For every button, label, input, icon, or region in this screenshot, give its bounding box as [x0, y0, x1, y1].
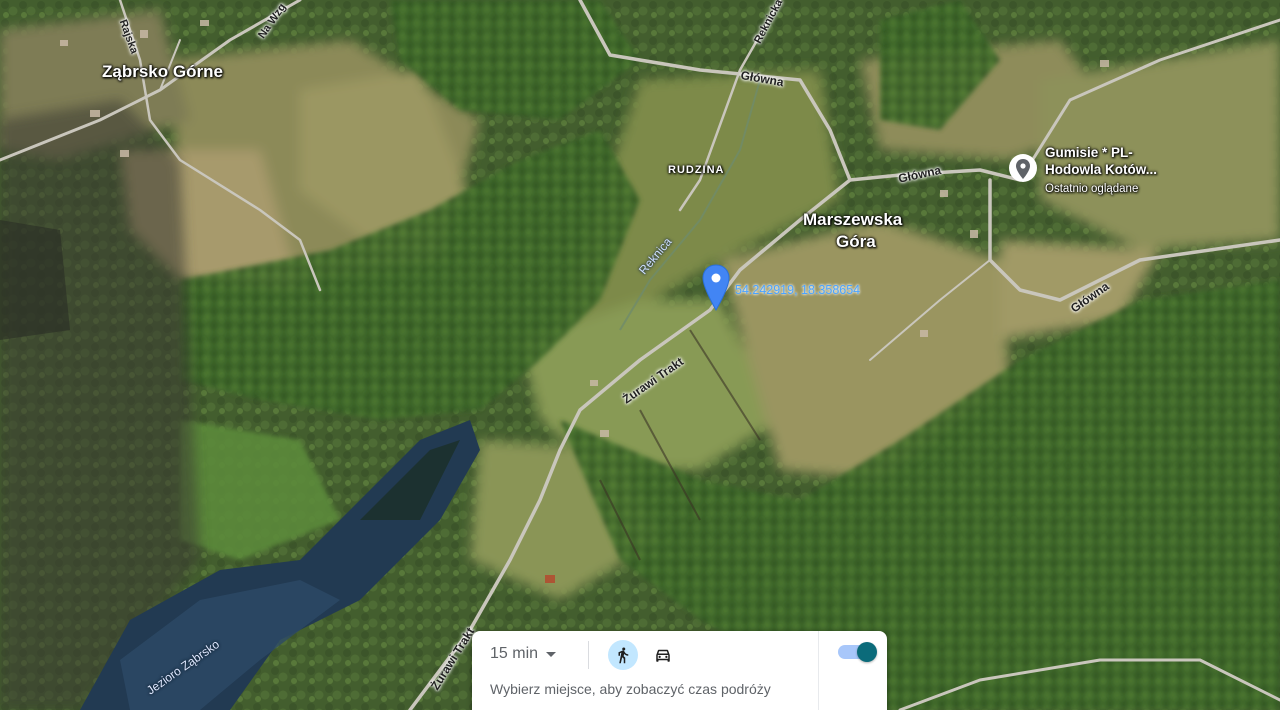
place-label-marszewska[interactable]: Marszewska	[803, 210, 902, 230]
duration-dropdown[interactable]: 15 min	[490, 645, 557, 663]
poi-marker[interactable]	[1008, 153, 1038, 187]
place-pin-icon	[1009, 154, 1037, 182]
toggle-knob	[857, 642, 877, 662]
travel-time-panel: 15 min Wybierz miejsce, aby zobaczyć cza…	[472, 631, 887, 710]
poi-name-line1[interactable]: Gumisie * PL-	[1045, 145, 1133, 161]
divider	[588, 641, 589, 669]
car-mode-button[interactable]	[648, 640, 678, 670]
poi-subtitle: Ostatnio oglądane	[1045, 183, 1139, 195]
car-icon	[656, 649, 670, 662]
pin-coordinates[interactable]: 54.242919, 18.358654	[735, 283, 860, 297]
place-label-rudzina[interactable]: RUDZINA	[668, 164, 725, 176]
chevron-down-icon	[546, 651, 557, 657]
satellite-map[interactable]	[0, 0, 1280, 710]
travel-time-toggle[interactable]	[838, 642, 877, 662]
dropped-pin-icon[interactable]	[702, 264, 730, 312]
divider	[818, 631, 819, 710]
place-label-gora[interactable]: Góra	[836, 232, 876, 252]
duration-value: 15 min	[490, 645, 539, 662]
walking-mode-button[interactable]	[608, 640, 638, 670]
poi-name-line2[interactable]: Hodowla Kotów...	[1045, 162, 1157, 178]
place-label-zabrsko-gorne[interactable]: Ząbrsko Górne	[102, 62, 223, 82]
travel-time-hint: Wybierz miejsce, aby zobaczyć czas podró…	[490, 681, 771, 697]
walking-icon	[618, 647, 629, 664]
